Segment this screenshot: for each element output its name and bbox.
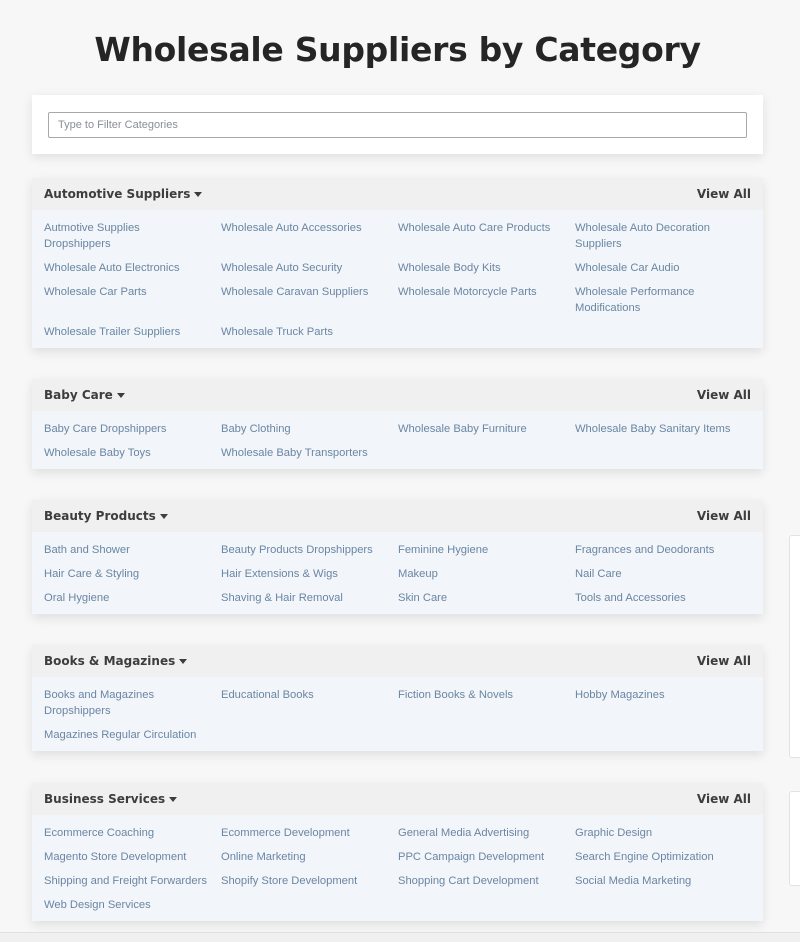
subcategory-link[interactable]: Tools and Accessories (575, 590, 752, 606)
category-title-baby-care[interactable]: Baby Care (44, 388, 125, 402)
subcategory-link[interactable]: Feminine Hygiene (398, 542, 575, 558)
category-links-grid: Books and Magazines Dropshippers Educatio… (32, 677, 763, 751)
subcategory-link[interactable]: Magazines Regular Circulation (44, 727, 221, 743)
caret-down-icon (159, 514, 168, 519)
subcategory-link[interactable]: Graphic Design (575, 825, 752, 841)
caret-down-icon (169, 797, 178, 802)
subcategory-link[interactable]: Online Marketing (221, 849, 398, 865)
caret-down-icon (179, 659, 188, 664)
subcategory-link[interactable]: Fiction Books & Novels (398, 687, 575, 719)
subcategory-link[interactable]: Wholesale Baby Sanitary Items (575, 421, 752, 437)
subcategory-link[interactable]: Hair Extensions & Wigs (221, 566, 398, 582)
category-card-business-services: Business Services View All Ecommerce Coach… (32, 783, 763, 921)
subcategory-link[interactable]: Wholesale Baby Transporters (221, 445, 398, 461)
subcategory-link[interactable]: Shipping and Freight Forwarders (44, 873, 221, 889)
category-card-baby-care: Baby Care View All Baby Care Dropshippers B… (32, 379, 763, 469)
subcategory-link[interactable]: Bath and Shower (44, 542, 221, 558)
subcategory-link[interactable]: Makeup (398, 566, 575, 582)
category-header: Beauty Products View All (32, 500, 763, 532)
page-title: Wholesale Suppliers by Category (94, 30, 701, 69)
subcategory-link[interactable]: Beauty Products Dropshippers (221, 542, 398, 558)
subcategory-link[interactable]: Wholesale Motorcycle Parts (398, 284, 575, 316)
subcategory-link[interactable]: Search Engine Optimization (575, 849, 752, 865)
subcategory-link[interactable]: Social Media Marketing (575, 873, 752, 889)
view-all-link[interactable]: View All (697, 388, 751, 402)
subcategory-link[interactable]: Autmotive Supplies Dropshippers (44, 220, 221, 252)
category-title-label: Beauty Products (44, 509, 156, 523)
subcategory-link[interactable]: Educational Books (221, 687, 398, 719)
subcategory-link[interactable]: Wholesale Auto Electronics (44, 260, 221, 276)
category-links-grid: Autmotive Supplies Dropshippers Wholesale… (32, 210, 763, 348)
subcategory-link[interactable]: Wholesale Baby Toys (44, 445, 221, 461)
view-all-link[interactable]: View All (697, 509, 751, 523)
subcategory-link[interactable]: Ecommerce Development (221, 825, 398, 841)
category-header: Baby Care View All (32, 379, 763, 411)
subcategory-link[interactable]: Baby Clothing (221, 421, 398, 437)
category-filter-input[interactable] (48, 112, 747, 138)
filter-panel (32, 95, 763, 154)
side-widget-panel (789, 535, 800, 758)
category-header: Books & Magazines View All (32, 645, 763, 677)
category-links-grid: Baby Care Dropshippers Baby Clothing Whole… (32, 411, 763, 469)
view-all-link[interactable]: View All (697, 187, 751, 201)
category-title-label: Automotive Suppliers (44, 187, 191, 201)
subcategory-link[interactable]: Ecommerce Coaching (44, 825, 221, 841)
category-card-books-magazines: Books & Magazines View All Books and Magaz… (32, 645, 763, 751)
category-title-books-magazines[interactable]: Books & Magazines (44, 654, 188, 668)
subcategory-link[interactable]: Oral Hygiene (44, 590, 221, 606)
subcategory-link[interactable]: Skin Care (398, 590, 575, 606)
category-card-automotive: Automotive Suppliers View All Autmotive Su… (32, 178, 763, 348)
subcategory-link[interactable]: Wholesale Car Audio (575, 260, 752, 276)
subcategory-link[interactable]: Magento Store Development (44, 849, 221, 865)
subcategory-link[interactable]: Baby Care Dropshippers (44, 421, 221, 437)
subcategory-link[interactable]: Wholesale Trailer Suppliers (44, 324, 221, 340)
subcategory-link[interactable]: Wholesale Auto Security (221, 260, 398, 276)
subcategory-link[interactable]: Wholesale Auto Decoration Suppliers (575, 220, 752, 252)
subcategory-link[interactable]: Wholesale Auto Care Products (398, 220, 575, 252)
subcategory-link[interactable]: Wholesale Truck Parts (221, 324, 398, 340)
subcategory-link[interactable]: Shaving & Hair Removal (221, 590, 398, 606)
category-title-business-services[interactable]: Business Services (44, 792, 178, 806)
subcategory-link[interactable]: Hair Care & Styling (44, 566, 221, 582)
subcategory-link[interactable]: Wholesale Body Kits (398, 260, 575, 276)
category-links-grid: Ecommerce Coaching Ecommerce Development G… (32, 815, 763, 921)
subcategory-link[interactable]: Wholesale Auto Accessories (221, 220, 398, 252)
category-title-label: Baby Care (44, 388, 113, 402)
caret-down-icon (116, 393, 125, 398)
subcategory-link[interactable]: Fragrances and Deodorants (575, 542, 752, 558)
view-all-link[interactable]: View All (697, 792, 751, 806)
subcategory-link[interactable]: General Media Advertising (398, 825, 575, 841)
subcategory-link[interactable]: Shopify Store Development (221, 873, 398, 889)
category-title-beauty-products[interactable]: Beauty Products (44, 509, 168, 523)
bottom-bar (0, 932, 800, 942)
category-title-automotive-suppliers[interactable]: Automotive Suppliers (44, 187, 203, 201)
subcategory-link[interactable]: Web Design Services (44, 897, 221, 913)
category-title-label: Business Services (44, 792, 166, 806)
subcategory-link[interactable]: Hobby Magazines (575, 687, 752, 719)
subcategory-link[interactable]: Books and Magazines Dropshippers (44, 687, 221, 719)
category-header: Business Services View All (32, 783, 763, 815)
category-header: Automotive Suppliers View All (32, 178, 763, 210)
subcategory-link[interactable]: Wholesale Caravan Suppliers (221, 284, 398, 316)
category-card-beauty-products: Beauty Products View All Bath and Shower Be… (32, 500, 763, 614)
subcategory-link[interactable]: Wholesale Performance Modifications (575, 284, 752, 316)
subcategory-link[interactable]: Wholesale Baby Furniture (398, 421, 575, 437)
subcategory-link[interactable]: PPC Campaign Development (398, 849, 575, 865)
subcategory-link[interactable]: Wholesale Car Parts (44, 284, 221, 316)
subcategory-link[interactable]: Nail Care (575, 566, 752, 582)
caret-down-icon (194, 192, 203, 197)
category-title-label: Books & Magazines (44, 654, 176, 668)
category-links-grid: Bath and Shower Beauty Products Dropshipp… (32, 532, 763, 614)
view-all-link[interactable]: View All (697, 654, 751, 668)
side-widget-panel (789, 791, 800, 886)
subcategory-link[interactable]: Shopping Cart Development (398, 873, 575, 889)
